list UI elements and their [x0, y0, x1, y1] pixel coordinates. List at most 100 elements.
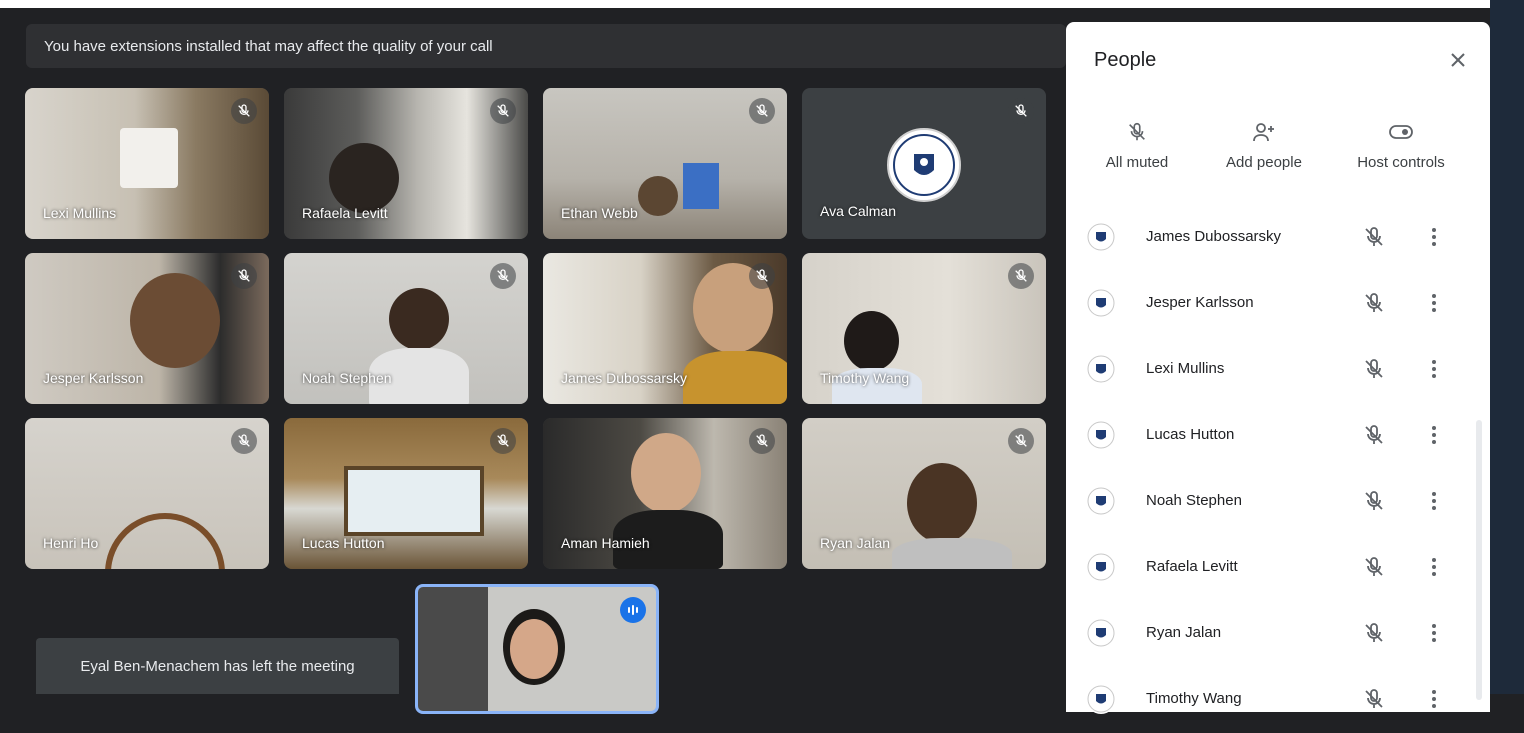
person-head: [130, 273, 220, 368]
school-logo-icon: [1086, 552, 1116, 582]
participant-name: Rafaela Levitt: [1146, 558, 1238, 575]
participant-row[interactable]: Ryan Jalan: [1066, 601, 1466, 667]
more-options-icon[interactable]: [1424, 357, 1444, 381]
more-options-icon[interactable]: [1424, 291, 1444, 315]
school-logo-icon: [887, 128, 961, 202]
video-tile[interactable]: Jesper Karlsson: [25, 253, 269, 404]
school-logo-icon: [1086, 684, 1116, 714]
background-shade: [418, 587, 488, 711]
mic-off-icon[interactable]: [1362, 621, 1386, 645]
video-tile[interactable]: Ava Calman: [802, 88, 1046, 239]
host-controls-button[interactable]: Host controls: [1348, 118, 1454, 171]
tile-name: Lexi Mullins: [43, 205, 117, 221]
more-options-icon[interactable]: [1424, 225, 1444, 249]
tile-name: Ethan Webb: [561, 205, 638, 221]
mic-off-icon: [231, 98, 257, 124]
video-tile[interactable]: Lucas Hutton: [284, 418, 528, 569]
participant-name: Timothy Wang: [1146, 690, 1242, 707]
panel-title: People: [1094, 49, 1157, 71]
panel-scrollbar[interactable]: [1476, 420, 1482, 700]
person-head: [389, 288, 449, 350]
video-tile[interactable]: Ryan Jalan: [802, 418, 1046, 569]
tile-name: Jesper Karlsson: [43, 370, 144, 386]
school-logo-icon: [1086, 420, 1116, 450]
self-video-tile[interactable]: [415, 584, 659, 714]
tile-name: Timothy Wang: [820, 370, 910, 386]
tile-name: Ava Calman: [820, 203, 897, 219]
action-label: Add people: [1226, 154, 1302, 171]
video-tile[interactable]: Rafaela Levitt: [284, 88, 528, 239]
add-people-button[interactable]: Add people: [1216, 118, 1312, 171]
school-logo-icon: [1086, 354, 1116, 384]
tile-name: James Dubossarsky: [561, 370, 688, 386]
participant-name: Noah Stephen: [1146, 492, 1242, 509]
mic-off-icon[interactable]: [1362, 489, 1386, 513]
poster: [683, 163, 719, 209]
toast-text: Eyal Ben-Menachem has left the meeting: [80, 657, 355, 675]
people-panel: People All muted Add people Host control…: [1066, 22, 1490, 714]
mic-off-icon: [1008, 263, 1034, 289]
mic-off-icon: [1008, 428, 1034, 454]
mic-off-icon[interactable]: [1362, 687, 1386, 711]
participant-row[interactable]: Lucas Hutton: [1066, 403, 1466, 469]
left-meeting-toast: Eyal Ben-Menachem has left the meeting: [36, 638, 399, 694]
video-tile[interactable]: Aman Hamieh: [543, 418, 787, 569]
mic-off-icon: [1102, 118, 1172, 146]
video-tile[interactable]: Ethan Webb: [543, 88, 787, 239]
tile-name: Aman Hamieh: [561, 535, 650, 551]
mic-off-icon[interactable]: [1362, 225, 1386, 249]
more-options-icon[interactable]: [1424, 489, 1444, 513]
participant-row[interactable]: Timothy Wang: [1066, 667, 1466, 733]
participant-name: Lucas Hutton: [1146, 426, 1235, 443]
action-label: All muted: [1105, 154, 1169, 171]
school-logo-icon: [1086, 288, 1116, 318]
all-muted-button[interactable]: All muted: [1102, 118, 1172, 171]
more-options-icon[interactable]: [1424, 423, 1444, 447]
mic-off-icon[interactable]: [1362, 357, 1386, 381]
mic-off-icon: [749, 428, 775, 454]
person-head: [631, 433, 701, 513]
participant-row[interactable]: Rafaela Levitt: [1066, 535, 1466, 601]
mic-off-icon: [749, 98, 775, 124]
person-head: [844, 311, 899, 371]
window-shape: [344, 466, 484, 536]
banner-text: You have extensions installed that may a…: [44, 37, 493, 55]
more-options-icon[interactable]: [1424, 687, 1444, 711]
participant-row[interactable]: Noah Stephen: [1066, 469, 1466, 535]
mic-off-icon[interactable]: [1362, 555, 1386, 579]
video-tile[interactable]: Noah Stephen: [284, 253, 528, 404]
participant-name: Lexi Mullins: [1146, 360, 1225, 377]
tile-name: Henri Ho: [43, 535, 99, 551]
participant-name: James Dubossarsky: [1146, 228, 1282, 245]
mic-off-icon[interactable]: [1362, 423, 1386, 447]
mic-off-icon[interactable]: [1362, 291, 1386, 315]
extensions-warning-banner: You have extensions installed that may a…: [26, 24, 1066, 68]
video-tile[interactable]: James Dubossarsky: [543, 253, 787, 404]
video-tile[interactable]: Timothy Wang: [802, 253, 1046, 404]
person-head: [329, 143, 399, 213]
mic-off-icon: [490, 98, 516, 124]
participant-name: Ryan Jalan: [1146, 624, 1222, 641]
participant-row[interactable]: Jesper Karlsson: [1066, 271, 1466, 337]
video-tile[interactable]: Lexi Mullins: [25, 88, 269, 239]
mic-off-icon: [1008, 98, 1034, 124]
mic-off-icon: [490, 263, 516, 289]
tile-name: Lucas Hutton: [302, 535, 385, 551]
person-add-icon: [1216, 118, 1312, 146]
mic-off-icon: [231, 263, 257, 289]
tile-name: Noah Stephen: [302, 370, 392, 386]
more-options-icon[interactable]: [1424, 555, 1444, 579]
more-options-icon[interactable]: [1424, 621, 1444, 645]
video-tile[interactable]: Henri Ho: [25, 418, 269, 569]
participant-row[interactable]: James Dubossarsky: [1066, 205, 1466, 271]
participant-row[interactable]: Lexi Mullins: [1066, 337, 1466, 403]
action-label: Host controls: [1357, 154, 1445, 171]
close-icon[interactable]: [1446, 48, 1470, 72]
toggle-icon: [1348, 118, 1454, 146]
school-logo-icon: [1086, 486, 1116, 516]
person-head: [638, 176, 678, 216]
participant-name: Jesper Karlsson: [1146, 294, 1254, 311]
school-logo-icon: [1086, 618, 1116, 648]
mic-off-icon: [231, 428, 257, 454]
person-body: [683, 351, 787, 404]
